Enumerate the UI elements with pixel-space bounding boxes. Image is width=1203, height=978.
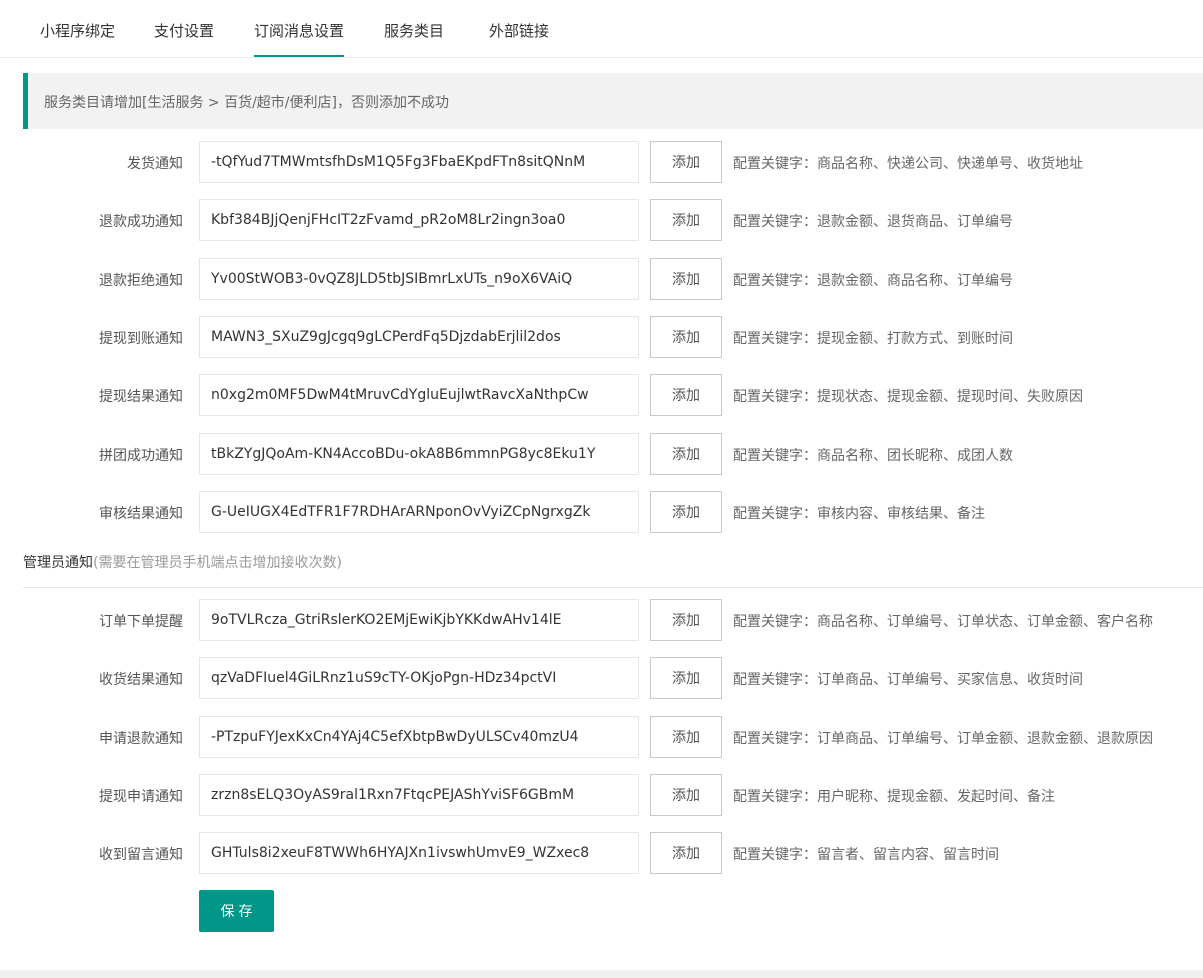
template-id-input[interactable]	[199, 773, 639, 816]
template-id-input[interactable]	[199, 141, 639, 183]
notification-row: 发货通知 添加配置关键字：商品名称、快递公司、快递单号、收货地址	[0, 141, 1203, 183]
section-divider	[23, 587, 1203, 588]
add-template-button[interactable]: 添加	[650, 199, 722, 242]
add-template-button[interactable]: 添加	[650, 374, 722, 417]
template-id-input[interactable]	[199, 832, 639, 875]
notification-row: 审核结果通知 添加配置关键字：审核内容、审核结果、备注	[0, 490, 1203, 533]
add-template-button[interactable]: 添加	[650, 257, 722, 300]
notification-label: 申请退款通知	[99, 730, 183, 747]
notification-label: 退款成功通知	[99, 214, 183, 231]
template-id-input[interactable]	[199, 715, 639, 758]
template-id-input[interactable]	[199, 490, 639, 533]
notification-row: 提现申请通知 添加配置关键字：用户昵称、提现金额、发起时间、备注	[0, 773, 1203, 816]
template-id-input[interactable]	[199, 315, 639, 358]
keywords-text: 配置关键字：退款金额、商品名称、订单编号	[733, 272, 1013, 289]
add-template-button[interactable]: 添加	[650, 773, 722, 816]
bottom-bar	[0, 970, 1203, 978]
add-template-button[interactable]: 添加	[650, 490, 722, 533]
notification-label: 收货结果通知	[99, 672, 183, 689]
keywords-text: 配置关键字：用户昵称、提现金额、发起时间、备注	[733, 788, 1055, 805]
keywords-text: 配置关键字：商品名称、团长昵称、成团人数	[733, 447, 1013, 464]
notification-label: 审核结果通知	[99, 505, 183, 522]
add-template-button[interactable]: 添加	[650, 832, 722, 875]
keywords-text: 配置关键字：审核内容、审核结果、备注	[733, 505, 985, 522]
save-button[interactable]: 保存	[199, 890, 274, 932]
admin-section-title: 管理员通知(需要在管理员手机端点击增加接收次数)	[23, 552, 342, 572]
notification-label: 提现申请通知	[99, 788, 183, 805]
add-template-button[interactable]: 添加	[650, 141, 722, 183]
notification-row: 订单下单提醒 添加配置关键字：商品名称、订单编号、订单状态、订单金额、客户名称	[0, 599, 1203, 641]
tab-payment-settings[interactable]: 支付设置	[154, 20, 214, 57]
keywords-text: 配置关键字：订单商品、订单编号、买家信息、收货时间	[733, 672, 1083, 689]
notification-label: 退款拒绝通知	[99, 272, 183, 289]
template-id-input[interactable]	[199, 432, 639, 475]
notification-row: 收货结果通知 添加配置关键字：订单商品、订单编号、买家信息、收货时间	[0, 657, 1203, 700]
notice-banner: 服务类目请增加[生活服务 > 百货/超市/便利店]，否则添加不成功	[23, 73, 1203, 129]
notification-row: 申请退款通知 添加配置关键字：订单商品、订单编号、订单金额、退款金额、退款原因	[0, 715, 1203, 758]
notification-row: 拼团成功通知 添加配置关键字：商品名称、团长昵称、成团人数	[0, 432, 1203, 475]
notification-label: 订单下单提醒	[99, 614, 183, 630]
add-template-button[interactable]: 添加	[650, 657, 722, 700]
add-template-button[interactable]: 添加	[650, 432, 722, 475]
notification-label: 提现结果通知	[99, 389, 183, 406]
keywords-text: 配置关键字：提现金额、打款方式、到账时间	[733, 330, 1013, 347]
admin-section-title-text: 管理员通知	[23, 555, 93, 571]
keywords-text: 配置关键字：退款金额、退货商品、订单编号	[733, 214, 1013, 231]
add-template-button[interactable]: 添加	[650, 715, 722, 758]
tab-service-category[interactable]: 服务类目	[384, 20, 444, 57]
tab-subscription-message-settings[interactable]: 订阅消息设置	[254, 20, 345, 57]
notification-label: 拼团成功通知	[99, 447, 183, 464]
add-template-button[interactable]: 添加	[650, 315, 722, 358]
keywords-text: 配置关键字：提现状态、提现金额、提现时间、失败原因	[733, 389, 1083, 406]
notification-row: 提现结果通知 添加配置关键字：提现状态、提现金额、提现时间、失败原因	[0, 374, 1203, 417]
tab-bar: 小程序绑定 支付设置 订阅消息设置 服务类目 外部链接	[0, 0, 1203, 58]
keywords-text: 配置关键字：商品名称、快递公司、快递单号、收货地址	[733, 156, 1083, 172]
notification-label: 收到留言通知	[99, 847, 183, 864]
notification-row: 提现到账通知 添加配置关键字：提现金额、打款方式、到账时间	[0, 315, 1203, 358]
notice-text: 服务类目请增加[生活服务 > 百货/超市/便利店]，否则添加不成功	[44, 95, 449, 111]
keywords-text: 配置关键字：商品名称、订单编号、订单状态、订单金额、客户名称	[733, 614, 1153, 630]
template-id-input[interactable]	[199, 257, 639, 300]
tab-external-links[interactable]: 外部链接	[489, 20, 549, 57]
template-id-input[interactable]	[199, 599, 639, 641]
notification-label: 发货通知	[127, 156, 183, 172]
keywords-text: 配置关键字：留言者、留言内容、留言时间	[733, 847, 999, 864]
notification-row: 退款拒绝通知 添加配置关键字：退款金额、商品名称、订单编号	[0, 257, 1203, 300]
notification-row: 收到留言通知 添加配置关键字：留言者、留言内容、留言时间	[0, 832, 1203, 875]
template-id-input[interactable]	[199, 657, 639, 700]
admin-section-hint: (需要在管理员手机端点击增加接收次数)	[93, 555, 342, 571]
template-id-input[interactable]	[199, 199, 639, 242]
add-template-button[interactable]: 添加	[650, 599, 722, 641]
tab-mini-program-binding[interactable]: 小程序绑定	[40, 20, 115, 57]
notification-row: 退款成功通知 添加配置关键字：退款金额、退货商品、订单编号	[0, 199, 1203, 242]
notification-label: 提现到账通知	[99, 330, 183, 347]
template-id-input[interactable]	[199, 374, 639, 417]
keywords-text: 配置关键字：订单商品、订单编号、订单金额、退款金额、退款原因	[733, 730, 1153, 747]
